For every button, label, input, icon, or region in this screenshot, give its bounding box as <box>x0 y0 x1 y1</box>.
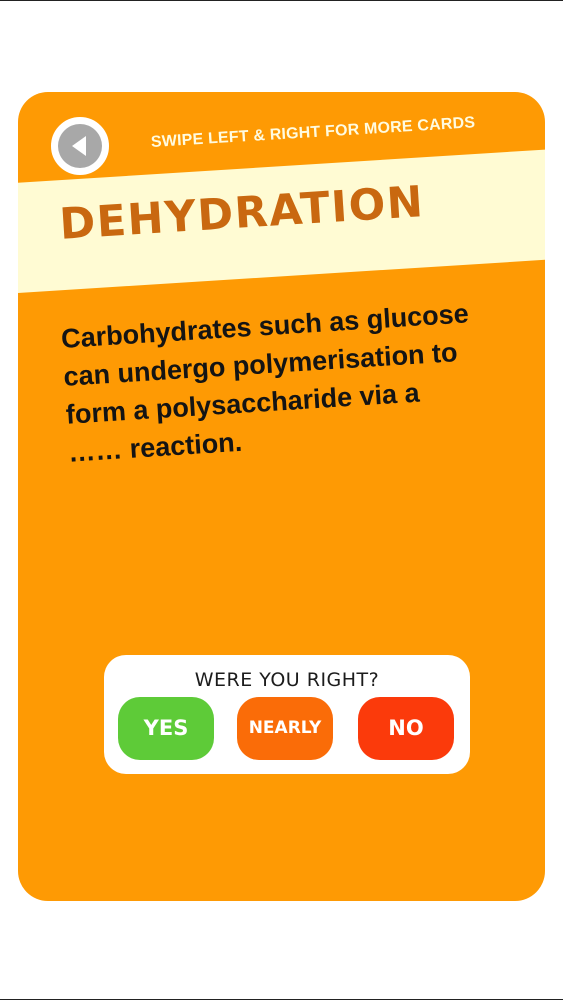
nearly-button[interactable]: NEARLY <box>237 697 333 760</box>
no-button[interactable]: NO <box>358 697 454 760</box>
swipe-hint: SWIPE LEFT & RIGHT FOR MORE CARDS <box>150 114 476 151</box>
question-text: Carbohydrates such as glucose can underg… <box>60 290 539 471</box>
yes-button[interactable]: YES <box>118 697 214 760</box>
feedback-panel: WERE YOU RIGHT? YES NEARLY NO <box>104 655 470 774</box>
back-button[interactable] <box>51 117 109 175</box>
top-divider <box>0 0 563 1</box>
feedback-prompt: WERE YOU RIGHT? <box>194 669 380 691</box>
flashcard[interactable]: SWIPE LEFT & RIGHT FOR MORE CARDS DEHYDR… <box>18 92 545 901</box>
back-arrow-icon <box>72 136 86 156</box>
